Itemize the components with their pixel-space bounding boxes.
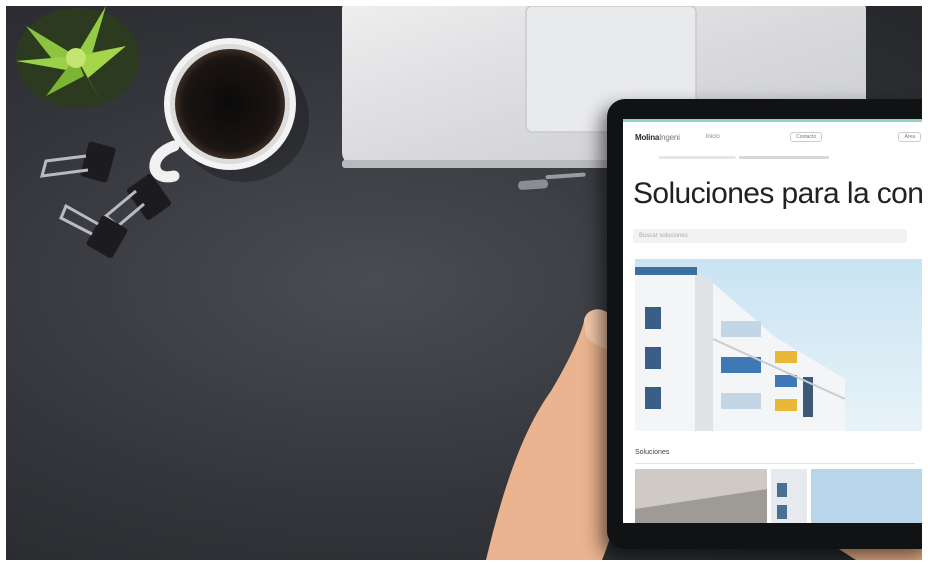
- succulent-plant: [16, 6, 140, 108]
- site-nav: MolinaIngeni Inicio Contacto Área: [635, 130, 922, 144]
- tablet-screen: MolinaIngeni Inicio Contacto Área Soluci…: [623, 119, 922, 523]
- nav-button-area[interactable]: Área: [898, 132, 921, 142]
- logo-bold-text: Molina: [635, 132, 660, 142]
- section-label: Soluciones: [635, 449, 670, 456]
- logo-light-text: Ingeni: [659, 132, 680, 142]
- binder-clip-3: [59, 203, 128, 259]
- breadcrumb: [659, 156, 829, 159]
- binder-clip-1: [39, 141, 116, 183]
- hero-building-image: [635, 259, 922, 431]
- thumbnail-2: [771, 469, 807, 523]
- left-hand: [486, 309, 625, 560]
- pen: [516, 172, 611, 191]
- tablet: MolinaIngeni Inicio Contacto Área Soluci…: [607, 99, 922, 549]
- section-divider: [635, 463, 915, 464]
- solution-thumbnails: [635, 469, 922, 523]
- site-logo[interactable]: MolinaIngeni: [635, 133, 680, 142]
- desk-photo: MolinaIngeni Inicio Contacto Área Soluci…: [6, 6, 922, 560]
- top-accent-bar: [623, 119, 922, 122]
- page-headline: Soluciones para la cons: [633, 177, 922, 210]
- coffee-cup: [149, 38, 309, 183]
- nav-link[interactable]: Inicio: [706, 134, 720, 140]
- thumbnail-3: [811, 469, 922, 523]
- nav-button-contact[interactable]: Contacto: [790, 132, 823, 142]
- search-input[interactable]: Buscar soluciones: [633, 229, 907, 243]
